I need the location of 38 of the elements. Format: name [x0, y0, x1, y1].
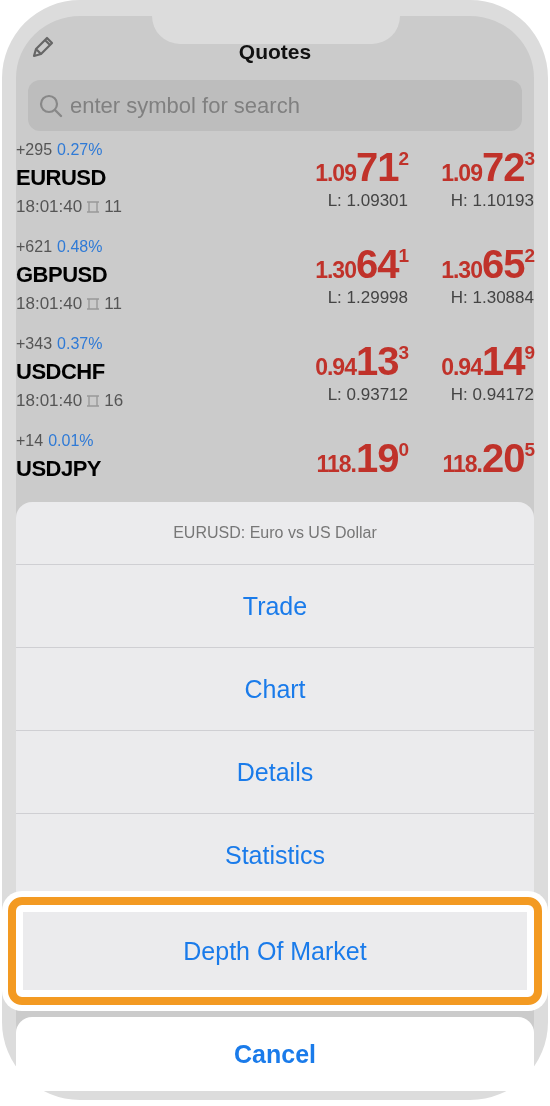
change-points: +343	[16, 335, 53, 353]
high-price: H: 1.10193	[450, 191, 534, 211]
quote-time: 18:01:40	[16, 294, 83, 314]
high-price: H: 1.30884	[450, 288, 534, 308]
action-item[interactable]: Trade	[16, 565, 534, 647]
action-item[interactable]: Chart	[16, 648, 534, 730]
spread-icon	[85, 199, 102, 215]
low-price: L: 0.93712	[327, 385, 408, 405]
change-percent: 0.27%	[57, 141, 103, 159]
change-points: +14	[16, 432, 44, 450]
quote-time: 18:01:40	[16, 197, 83, 217]
action-item[interactable]: Depth Of Market	[23, 912, 527, 990]
cancel-button[interactable]: Cancel	[16, 1017, 534, 1091]
change-percent: 0.01%	[48, 432, 94, 450]
change-points: +621	[16, 238, 53, 256]
low-price: L: 1.29998	[327, 288, 408, 308]
low-price: L: 1.09301	[327, 191, 408, 211]
symbol-name[interactable]: USDCHF	[16, 359, 282, 385]
action-item[interactable]: Statistics	[16, 814, 534, 896]
high-price: H: 0.94172	[450, 385, 534, 405]
action-item[interactable]: Details	[16, 731, 534, 813]
symbol-name[interactable]: EURUSD	[16, 165, 282, 191]
screen-title: Quotes	[238, 40, 312, 64]
search-icon	[38, 93, 64, 119]
symbol-name[interactable]: GBPUSD	[16, 262, 282, 288]
search-field[interactable]: enter symbol for search	[28, 80, 522, 131]
spread-value: 11	[104, 294, 122, 314]
pencil-icon[interactable]	[30, 34, 56, 60]
spread-value: 16	[104, 391, 124, 411]
change-percent: 0.37%	[57, 335, 103, 353]
change-percent: 0.48%	[57, 238, 103, 256]
spread-icon	[85, 393, 102, 409]
spread-icon	[85, 296, 102, 312]
quote-time: 18:01:40	[16, 391, 83, 411]
change-points: +295	[16, 141, 53, 159]
spread-value: 11	[104, 197, 122, 217]
sheet-title: EURUSD: Euro vs US Dollar	[16, 502, 534, 565]
symbol-name[interactable]: USDJPY	[16, 456, 282, 482]
